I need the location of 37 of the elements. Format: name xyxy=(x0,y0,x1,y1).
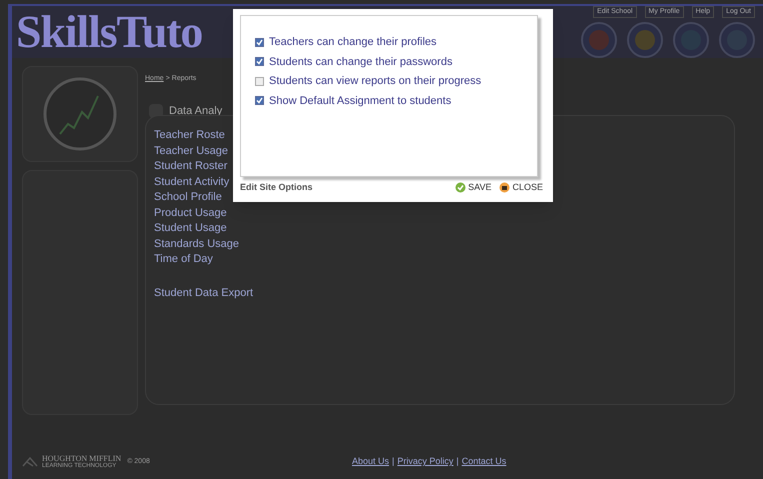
save-button[interactable]: SAVE xyxy=(455,180,492,194)
report-link[interactable]: Time of Day xyxy=(154,252,213,268)
option-label: Show Default Assignment to students xyxy=(269,94,452,108)
report-link[interactable]: Student Usage xyxy=(154,221,227,236)
checkbox[interactable] xyxy=(255,38,264,47)
report-link[interactable]: Student Roster xyxy=(154,159,228,174)
option-label: Teachers can change their profiles xyxy=(269,35,437,50)
chart-emblem-icon xyxy=(22,66,138,162)
logo: SkillsTuto xyxy=(16,9,202,55)
round-emblem-icon[interactable] xyxy=(627,22,663,58)
report-link[interactable]: Product Usage xyxy=(154,206,227,221)
checkbox[interactable] xyxy=(255,57,264,66)
footer-link[interactable]: About Us xyxy=(352,455,390,469)
round-emblem-icon[interactable] xyxy=(673,22,709,58)
report-link[interactable]: Standards Usage xyxy=(154,236,239,252)
report-link[interactable]: School Profile xyxy=(154,190,222,206)
section-title: Data Analy xyxy=(169,104,222,118)
brand-name: HOUGHTON MIFFLIN xyxy=(42,455,122,463)
dialog-title: Edit Site Options xyxy=(240,180,313,194)
report-link[interactable]: Student Data Export xyxy=(154,286,254,301)
footer-link[interactable]: Contact Us xyxy=(462,455,506,469)
report-link[interactable]: Student Activity xyxy=(154,174,230,190)
option-label: Students can view reports on their progress xyxy=(269,74,482,89)
link-separator: | xyxy=(456,455,459,468)
brand-mark-icon xyxy=(22,456,38,468)
close-icon xyxy=(499,182,510,193)
close-button[interactable]: CLOSE xyxy=(499,180,543,194)
report-link[interactable]: Teacher Roste xyxy=(154,128,225,144)
check-icon xyxy=(455,182,466,193)
checkbox[interactable] xyxy=(255,76,264,86)
checkbox[interactable] xyxy=(255,96,264,106)
round-emblem-icon[interactable] xyxy=(581,22,617,58)
report-link[interactable]: Teacher Usage xyxy=(154,144,228,159)
link-separator: | xyxy=(392,455,394,468)
round-emblem-icon[interactable] xyxy=(719,22,755,58)
footer-link[interactable]: Privacy Policy xyxy=(397,455,454,469)
option-label: Students can change their passwords xyxy=(269,54,452,70)
